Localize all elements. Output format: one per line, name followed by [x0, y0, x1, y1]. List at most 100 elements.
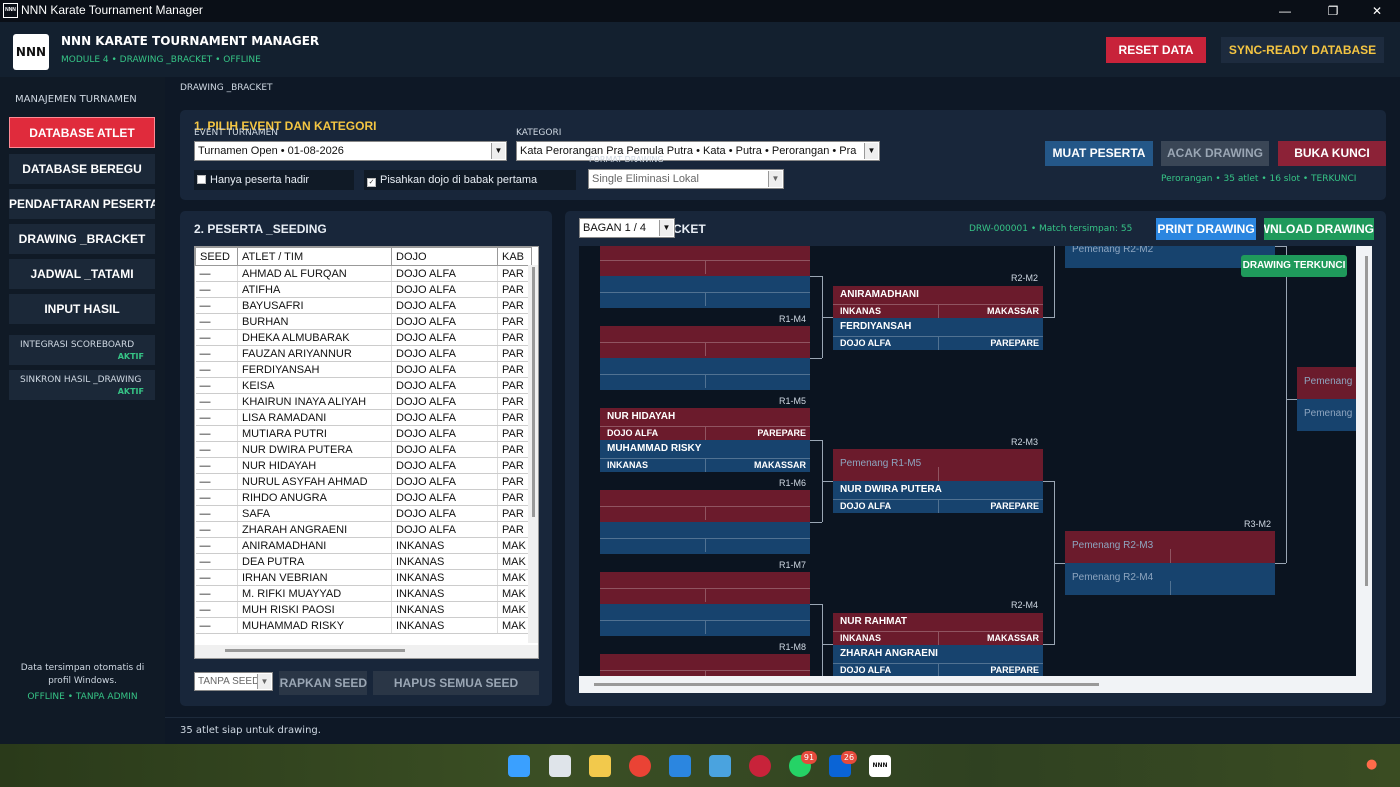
seed-select[interactable]: TANPA SEED ▼: [194, 672, 273, 691]
table-row[interactable]: — ATIFHA DOJO ALFA PAR: [195, 281, 532, 298]
match-card[interactable]: [600, 490, 810, 554]
match-card[interactable]: [600, 246, 810, 308]
table-row[interactable]: — NURUL ASYFAH AHMAD DOJO ALFA PAR: [195, 473, 532, 490]
vertical-scrollbar[interactable]: [528, 265, 538, 643]
match-slot-red: Pemenang: [1297, 367, 1356, 399]
match-card[interactable]: [600, 326, 810, 390]
sidebar-item-drawing-bracket[interactable]: DRAWING _BRACKET: [9, 224, 155, 254]
sidebar-heading: MANAJEMEN TURNAMEN: [15, 94, 137, 105]
match-card[interactable]: NUR RAHMAT INKANAS MAKASSAR ZHARAH ANGRAEN…: [833, 613, 1043, 676]
match-card[interactable]: ANIRAMADHANI INKANAS MAKASSAR FERDIYANSAH D…: [833, 286, 1043, 350]
table-row[interactable]: — FAUZAN ARIYANNUR DOJO ALFA PAR: [195, 345, 532, 362]
chrome-icon[interactable]: [629, 755, 651, 777]
bagan-select[interactable]: BAGAN 1 / 4 ▼: [579, 218, 675, 238]
minimize-icon[interactable]: —: [1262, 0, 1308, 22]
maximize-icon[interactable]: ❐: [1310, 0, 1356, 22]
sync-database-button[interactable]: SYNC-READY DATABASE: [1221, 37, 1384, 63]
sidebar-item-database-atlet[interactable]: DATABASE ATLET: [9, 117, 155, 148]
match-card[interactable]: Pemenang Pemenang: [1297, 367, 1356, 431]
table-cell: —: [195, 425, 238, 442]
checkbox-hadir[interactable]: Hanya peserta hadir: [194, 170, 354, 190]
table-row[interactable]: — NUR DWIRA PUTERA DOJO ALFA PAR: [195, 441, 532, 458]
table-row[interactable]: — MUH RISKI PAOSI INKANAS MAK: [195, 601, 532, 618]
col-atlet[interactable]: ATLET / TIM: [237, 247, 392, 266]
table-row[interactable]: — SAFA DOJO ALFA PAR: [195, 505, 532, 522]
seeding-table-container[interactable]: SEED ATLET / TIM DOJO KAB — AHMAD AL FURQ…: [194, 246, 539, 659]
table-cell: MAK: [497, 569, 532, 586]
sidebar-item-database-beregu[interactable]: DATABASE BEREGU: [9, 154, 155, 184]
format-select[interactable]: Single Eliminasi Lokal ▼: [588, 169, 784, 189]
match-card[interactable]: [600, 572, 810, 636]
table-cell: M. RIFKI MUAYYAD: [237, 585, 392, 602]
table-row[interactable]: — MUTIARA PUTRI DOJO ALFA PAR: [195, 425, 532, 442]
athlete-name: NUR RAHMAT: [840, 616, 908, 627]
table-cell: PAR: [497, 505, 532, 522]
app-logo-small: NNN: [3, 3, 18, 18]
horizontal-scrollbar[interactable]: [195, 645, 538, 658]
table-cell: BURHAN: [237, 313, 392, 330]
integration-sinkron[interactable]: SINKRON HASIL _DRAWING AKTIF: [9, 370, 155, 400]
table-row[interactable]: — ANIRAMADHANI INKANAS MAK: [195, 537, 532, 554]
nnn-app-icon[interactable]: NNN: [869, 755, 891, 777]
col-seed[interactable]: SEED: [195, 247, 238, 266]
print-drawing-button[interactable]: PRINT DRAWING: [1156, 218, 1256, 240]
checkbox-label: Hanya peserta hadir: [210, 174, 310, 186]
checkbox-pisahkan-dojo[interactable]: ✓ Pisahkan dojo di babak pertama: [364, 170, 576, 190]
table-cell: SAFA: [237, 505, 392, 522]
terapkan-seed-button[interactable]: TERAPKAN SEED: [279, 671, 367, 695]
sidebar-item-pendaftaran[interactable]: PENDAFTARAN PESERTA: [9, 189, 155, 219]
match-card[interactable]: [600, 654, 810, 676]
table-row[interactable]: — NUR HIDAYAH DOJO ALFA PAR: [195, 457, 532, 474]
event-select[interactable]: Turnamen Open • 01-08-2026 ▼: [194, 141, 507, 161]
table-row[interactable]: — FERDIYANSAH DOJO ALFA PAR: [195, 361, 532, 378]
sidebar-item-jadwal-tatami[interactable]: JADWAL _TATAMI: [9, 259, 155, 289]
athlete-dojo: DOJO ALFA: [840, 501, 892, 511]
integration-scoreboard[interactable]: INTEGRASI SCOREBOARD AKTIF: [9, 335, 155, 365]
match-slot-red: [600, 572, 810, 604]
opera-icon[interactable]: [749, 755, 771, 777]
hapus-seed-button[interactable]: HAPUS SEMUA SEED: [373, 671, 539, 695]
windows-start-icon[interactable]: [508, 755, 530, 777]
col-dojo[interactable]: DOJO: [391, 247, 498, 266]
table-row[interactable]: — DEA PUTRA INKANAS MAK: [195, 553, 532, 570]
close-icon[interactable]: ✕: [1354, 0, 1400, 22]
table-row[interactable]: — LISA RAMADANI DOJO ALFA PAR: [195, 409, 532, 426]
table-row[interactable]: — RIHDO ANUGRA DOJO ALFA PAR: [195, 489, 532, 506]
table-row[interactable]: — DHEKA ALMUBARAK DOJO ALFA PAR: [195, 329, 532, 346]
bracket-vscrollbar[interactable]: [1360, 246, 1372, 676]
format-value: Single Eliminasi Lokal: [592, 173, 699, 185]
table-row[interactable]: — ZHARAH ANGRAENI DOJO ALFA PAR: [195, 521, 532, 538]
download-drawing-button[interactable]: DOWNLOAD DRAWING: [1264, 218, 1374, 240]
table-cell: IRHAN VEBRIAN: [237, 569, 392, 586]
match-card[interactable]: Pemenang R2-M3 Pemenang R2-M4: [1065, 531, 1275, 595]
task-view-icon[interactable]: [549, 755, 571, 777]
reset-data-button[interactable]: RESET DATA: [1106, 37, 1206, 63]
col-kab[interactable]: KAB: [497, 247, 532, 266]
table-row[interactable]: — AHMAD AL FURQAN DOJO ALFA PAR: [195, 265, 532, 282]
table-row[interactable]: — IRHAN VEBRIAN INKANAS MAK: [195, 569, 532, 586]
acak-drawing-button[interactable]: ACAK DRAWING: [1161, 141, 1269, 166]
table-row[interactable]: — M. RIFKI MUAYYAD INKANAS MAK: [195, 585, 532, 602]
table-row[interactable]: — MUHAMMAD RISKY INKANAS MAK: [195, 617, 532, 634]
bracket-hscrollbar[interactable]: [579, 678, 1360, 693]
sidebar-item-input-hasil[interactable]: INPUT HASIL: [9, 294, 155, 324]
match-card[interactable]: NUR HIDAYAH DOJO ALFA PAREPARE MUHAMMAD RI…: [600, 408, 810, 472]
table-cell: PAR: [497, 329, 532, 346]
file-explorer-icon[interactable]: [589, 755, 611, 777]
buka-kunci-button[interactable]: BUKA KUNCI: [1278, 141, 1386, 166]
kategori-select[interactable]: Kata Perorangan Pra Pemula Putra • Kata …: [516, 141, 880, 161]
bracket-canvas[interactable]: R1-M4 R1-M5 NUR HIDAYAH DOJO ALFA PAREPARE…: [579, 246, 1372, 693]
match-slot-red: NUR HIDAYAH DOJO ALFA PAREPARE: [600, 408, 810, 440]
drawing-info: DRW-000001 • Match tersimpan: 55: [969, 224, 1133, 234]
table-row[interactable]: — KEISA DOJO ALFA PAR: [195, 377, 532, 394]
table-row[interactable]: — BURHAN DOJO ALFA PAR: [195, 313, 532, 330]
notification-bell-icon[interactable]: ●: [1366, 757, 1380, 773]
match-card[interactable]: Pemenang R1-M5 NUR DWIRA PUTERA DOJO ALFA…: [833, 449, 1043, 513]
app-icon[interactable]: [669, 755, 691, 777]
photos-icon[interactable]: [709, 755, 731, 777]
table-cell: DOJO ALFA: [391, 393, 498, 410]
muat-peserta-button[interactable]: MUAT PESERTA: [1045, 141, 1153, 166]
table-row[interactable]: — KHAIRUN INAYA ALIYAH DOJO ALFA PAR: [195, 393, 532, 410]
match-slot-red: Pemenang R1-M5: [833, 449, 1043, 481]
table-row[interactable]: — BAYUSAFRI DOJO ALFA PAR: [195, 297, 532, 314]
